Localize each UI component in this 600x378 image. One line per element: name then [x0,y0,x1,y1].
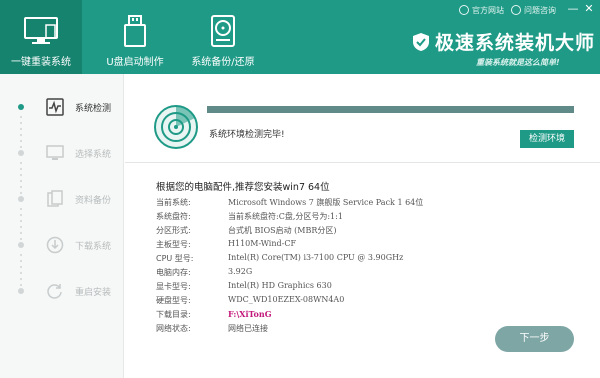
restart-icon [47,284,62,299]
official-site-label: 官方网站 [472,5,504,15]
download-icon [46,236,64,254]
brand-logo: 极速系统装机大师 [412,28,595,55]
disk-backup-icon [203,14,243,48]
step-dot [18,196,24,202]
tab-label: U盘启动制作 [106,57,164,68]
tab-label: 一键重装系统 [11,57,71,68]
official-site-link[interactable]: 官方网站 [459,2,504,18]
usb-icon [115,14,155,48]
info-row-cpu: CPU 型号: Intel(R) Core(TM) i3-7100 CPU @ 3… [156,253,404,263]
app-header: 一键重装系统 U盘启动制作 系统备份/还原 官方网站 问题咨询 — ✕ 极速系统… [0,0,600,74]
info-row-system-drive: 系统盘符: 当前系统盘符:C盘,分区号为:1:1 [156,212,343,221]
next-step-button[interactable]: 下一步 [495,326,574,352]
step-select-system[interactable]: 选择系统 [0,138,124,168]
step-label: 资料备份 [75,195,112,206]
home-icon [459,5,469,15]
step-dot [18,104,24,110]
step-label: 下载系统 [75,241,112,252]
info-row-partition: 分区形式: 台式机 BIOS启动 (MBR分区) [156,226,337,235]
step-restart-install[interactable]: 重启安装 [0,276,124,306]
step-data-backup[interactable]: 资料备份 [0,184,124,214]
step-label: 系统检测 [75,103,112,114]
download-dir-link[interactable]: F:\XiTonG [228,309,272,321]
close-button[interactable]: ✕ [582,2,596,16]
help-link[interactable]: 问题咨询 [511,2,556,18]
info-row-current-system: 当前系统: Microsoft Windows 7 旗舰版 Service Pac… [156,198,424,207]
question-icon [511,5,521,15]
step-label: 重启安装 [75,287,112,298]
divider [125,162,600,163]
tab-label: 系统备份/还原 [191,57,255,68]
pulse-monitor-icon [46,98,64,116]
tab-usb-boot[interactable]: U盘启动制作 [102,0,168,74]
detection-progress-bar [207,106,574,113]
info-row-motherboard: 主板型号: H110M-Wind-CF [156,239,296,249]
info-row-network: 网络状态: 网络已连接 [156,324,268,333]
step-download-system[interactable]: 下载系统 [0,230,124,260]
detect-environment-button[interactable]: 检测环境 [520,130,574,148]
step-label: 选择系统 [75,149,112,160]
monitor-icon [21,14,61,48]
files-backup-icon [47,190,63,207]
minimize-button[interactable]: — [566,2,580,16]
brand-name: 极速系统装机大师 [435,32,596,54]
radar-scan-icon [154,105,198,149]
step-dot [18,242,24,248]
select-system-icon [46,145,64,160]
slogan: 重装系统就是这么简单! [476,58,560,67]
info-row-memory: 电脑内存: 3.92G [156,267,253,277]
help-label: 问题咨询 [524,5,556,15]
tab-one-click-reinstall[interactable]: 一键重装系统 [0,0,82,74]
info-row-download-dir: 下载目录: F:\XiTonG [156,309,272,321]
tab-backup-restore[interactable]: 系统备份/还原 [188,0,258,74]
brand-shield-icon [413,32,429,51]
steps-sidebar: 系统检测 选择系统 资料备份 下载系统 重启安装 [0,74,124,378]
step-dot [18,288,24,294]
info-row-disk: 硬盘型号: WDC_WD10EZEX-08WN4A0 [156,295,345,305]
info-row-graphics: 显卡型号: Intel(R) HD Graphics 630 [156,281,332,291]
step-system-detect[interactable]: 系统检测 [0,92,124,122]
detection-message: 系统环境检测完毕! [209,130,285,140]
step-dot [18,150,24,156]
recommendation-text: 根据您的电脑配件,推荐您安装win7 64位 [156,182,330,193]
